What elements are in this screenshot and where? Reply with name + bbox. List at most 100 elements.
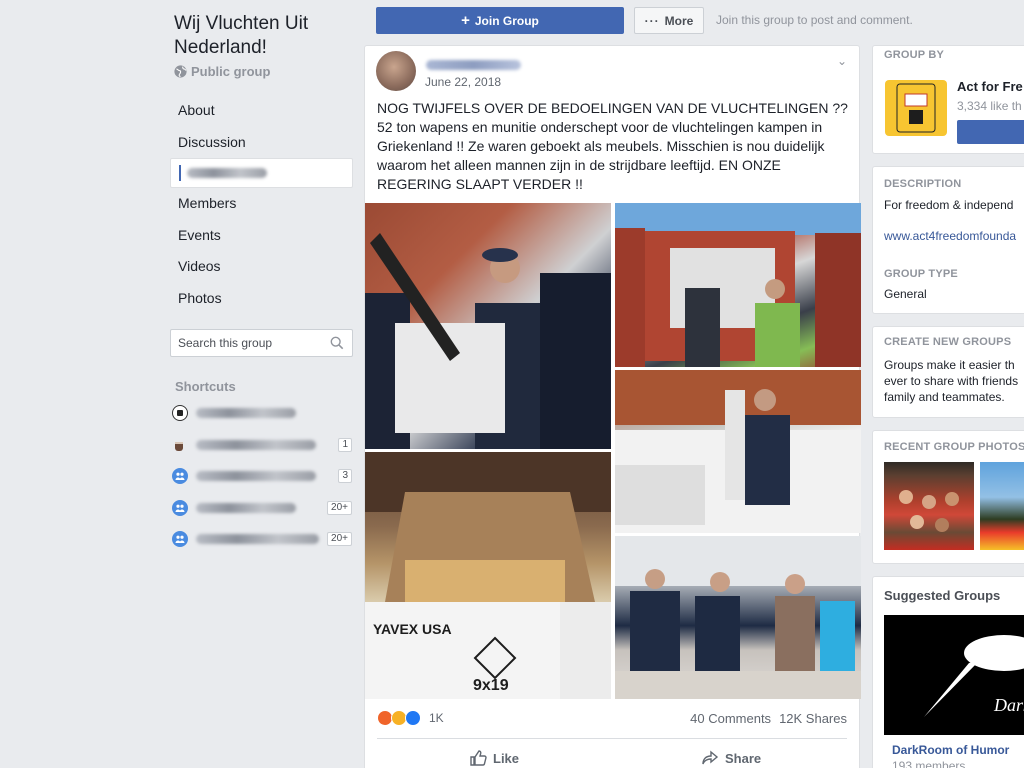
nav-item-photos[interactable]: Photos — [170, 283, 353, 315]
redacted-shortcut-name — [196, 408, 296, 418]
left-sidebar: Wij Vluchten Uit Nederland! Public group… — [0, 0, 364, 768]
shortcut-badge: 20+ — [327, 501, 352, 515]
create-groups-text: Groups make it easier th ever to share w… — [884, 358, 1019, 404]
group-icon — [172, 500, 188, 516]
coffee-cup-icon — [172, 437, 188, 453]
photo-content: YAVEX USA 9x19 — [365, 452, 611, 699]
post-stats: 40 Comments 12K Shares — [690, 711, 847, 726]
shortcut-item[interactable]: 3 — [172, 466, 352, 486]
group-icon — [172, 468, 188, 484]
box-caliber-text: 9x19 — [473, 677, 509, 694]
about-card: DESCRIPTION For freedom & independ www.a… — [872, 166, 1024, 314]
post-photo[interactable] — [615, 203, 861, 367]
share-icon — [702, 750, 719, 765]
photo-content — [615, 536, 861, 699]
recent-photo-thumb[interactable] — [980, 462, 1024, 550]
shortcut-item[interactable]: 20+ — [172, 529, 352, 549]
description-link[interactable]: www.act4freedomfounda — [884, 229, 1016, 243]
divider — [377, 738, 847, 739]
nav-item-videos[interactable]: Videos — [170, 251, 353, 283]
privacy-text: Public group — [191, 64, 271, 79]
nav-item-members[interactable]: Members — [170, 188, 353, 220]
post-date[interactable]: June 22, 2018 — [425, 75, 501, 89]
plus-icon: + — [461, 12, 470, 29]
post-text: NOG TWIJFELS OVER DE BEDOELINGEN VAN DE … — [377, 100, 848, 192]
shortcuts-heading: Shortcuts — [175, 379, 236, 394]
group-by-likes: 3,334 like th — [957, 99, 1022, 113]
soccer-ball-icon — [172, 405, 188, 421]
more-label: More — [664, 13, 694, 28]
post-photo[interactable] — [615, 370, 861, 533]
shortcut-badge: 20+ — [327, 532, 352, 546]
more-button[interactable]: ··· More — [634, 7, 704, 34]
like-button[interactable]: Like — [469, 749, 519, 767]
group-nav: About Discussion Members Events Videos P… — [170, 95, 353, 314]
group-search — [170, 329, 353, 357]
group-title[interactable]: Wij Vluchten Uit Nederland! — [174, 12, 354, 60]
description-heading: DESCRIPTION — [884, 178, 962, 190]
group-by-card: GROUP BY Act for Fre 3,334 like th — [872, 45, 1024, 154]
chevron-down-icon[interactable]: ⌄ — [837, 54, 847, 68]
nav-item-events[interactable]: Events — [170, 220, 353, 252]
suggested-group-name[interactable]: DarkRoom of Humor — [892, 743, 1009, 757]
redacted-shortcut-name — [196, 534, 320, 544]
share-button[interactable]: Share — [701, 749, 761, 767]
post-photo[interactable] — [365, 203, 611, 449]
shortcut-item[interactable]: 1 — [172, 435, 352, 455]
box-brand-text: YAVEX USA — [373, 621, 452, 637]
group-type-value: General — [884, 287, 927, 301]
share-label: Share — [725, 750, 762, 766]
shortcut-item[interactable] — [172, 403, 352, 423]
recent-photos-heading: RECENT GROUP PHOTOS — [884, 441, 1024, 453]
group-by-name[interactable]: Act for Fre — [957, 79, 1023, 94]
shortcut-badge: 1 — [338, 438, 352, 452]
group-by-heading: GROUP BY — [884, 49, 945, 61]
recent-photos-card: RECENT GROUP PHOTOS — [872, 430, 1024, 564]
like-page-button[interactable] — [957, 120, 1024, 144]
ellipsis-icon: ··· — [644, 13, 660, 28]
redacted-nav-label — [187, 168, 267, 178]
group-icon — [172, 531, 188, 547]
shortcut-item[interactable]: 20+ — [172, 498, 352, 518]
post-photo-grid: YAVEX USA 9x19 — [365, 203, 861, 699]
suggested-groups-heading: Suggested Groups — [884, 588, 1001, 603]
shares-count[interactable]: 12K Shares — [779, 711, 847, 726]
author-name[interactable] — [426, 57, 521, 75]
thumbs-up-icon — [470, 750, 487, 766]
description-text: For freedom & independ — [884, 198, 1014, 212]
suggested-groups-card: Suggested Groups DarkRo DarkRoom of Humo… — [872, 576, 1024, 768]
photo-content — [365, 233, 611, 449]
group-by-logo[interactable] — [885, 80, 947, 136]
search-icon[interactable] — [330, 336, 344, 350]
redacted-shortcut-name — [196, 440, 316, 450]
active-indicator — [179, 165, 181, 181]
recent-photo-thumb[interactable] — [884, 462, 974, 550]
join-group-label: Join Group — [474, 13, 539, 28]
create-groups-heading: CREATE NEW GROUPS — [884, 336, 1012, 348]
join-note: Join this group to post and comment. — [716, 13, 913, 27]
nav-item-about[interactable]: About — [170, 95, 353, 127]
redacted-shortcut-name — [196, 471, 316, 481]
nav-item-active[interactable] — [170, 158, 353, 188]
suggested-group-members: 193 members — [892, 759, 966, 768]
group-type-heading: GROUP TYPE — [884, 268, 958, 280]
post-card: June 22, 2018 ⌄ NOG TWIJFELS OVER DE BED… — [364, 45, 861, 768]
create-groups-card: CREATE NEW GROUPS Groups make it easier … — [872, 326, 1024, 418]
globe-icon — [174, 65, 187, 78]
reactions-summary[interactable]: 1K — [377, 710, 444, 726]
suggested-group-image[interactable]: DarkRo — [884, 615, 1024, 735]
join-group-button[interactable]: + Join Group — [376, 7, 624, 34]
like-label: Like — [493, 750, 520, 766]
comments-count[interactable]: 40 Comments — [690, 711, 771, 726]
photo-content — [615, 370, 861, 533]
search-input[interactable] — [178, 336, 326, 350]
reaction-count: 1K — [429, 711, 444, 725]
post-photo[interactable]: YAVEX USA 9x19 — [365, 452, 611, 699]
author-avatar[interactable] — [376, 51, 416, 91]
privacy-label: Public group — [174, 64, 270, 79]
post-photo[interactable] — [615, 536, 861, 699]
photo-content — [615, 203, 861, 367]
shortcut-badge: 3 — [338, 469, 352, 483]
like-reaction-icon — [405, 710, 421, 726]
nav-item-discussion[interactable]: Discussion — [170, 127, 353, 159]
